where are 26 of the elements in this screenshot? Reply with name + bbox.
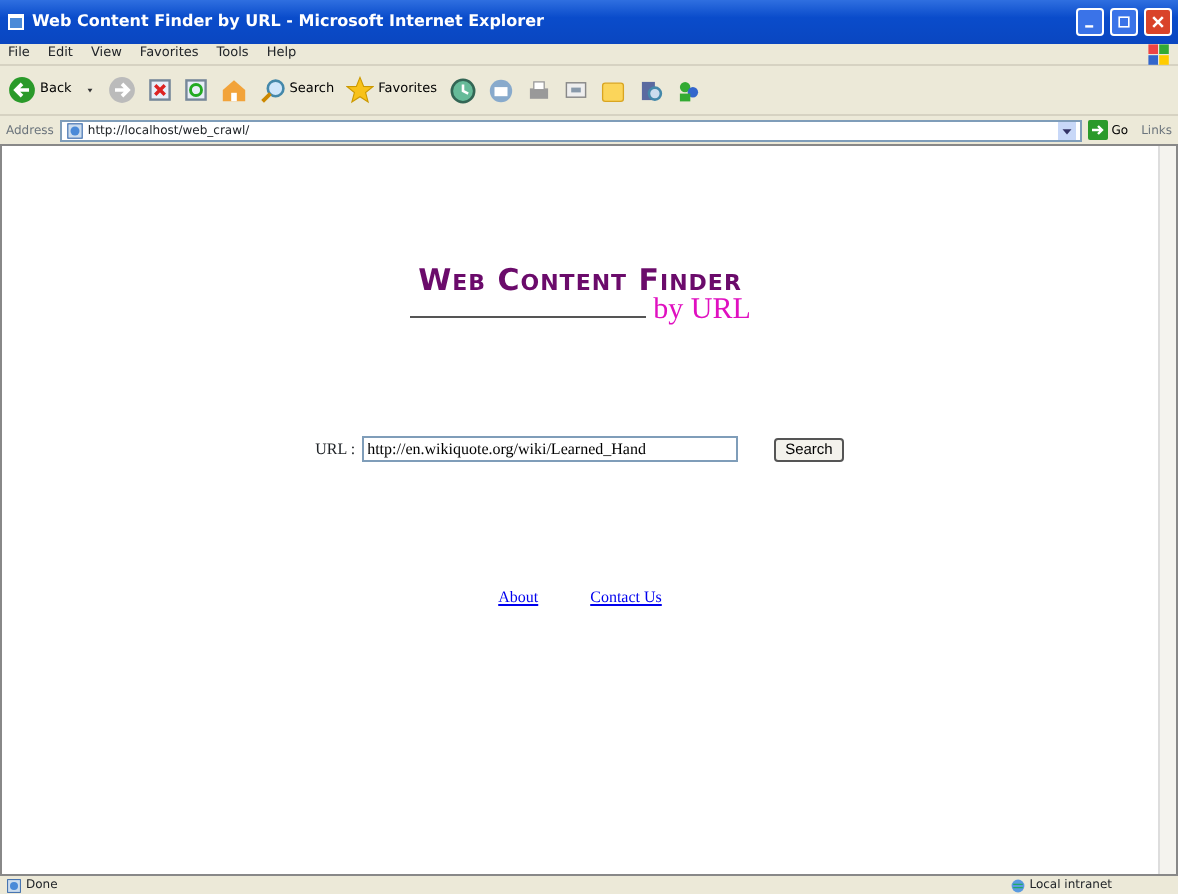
- nav-link[interactable]: About: [498, 586, 539, 610]
- stop-icon[interactable]: [147, 78, 172, 102]
- globe-icon: [1009, 877, 1026, 893]
- page-subheading: by URL: [653, 296, 751, 326]
- dropdown-arrow-icon[interactable]: [83, 84, 96, 96]
- url-field[interactable]: http://en.wikiquote.org/wiki/Learned_Hand: [361, 436, 738, 462]
- maximize-button[interactable]: [1110, 8, 1138, 36]
- window-title: Web Content Finder by URL - Microsoft Internet Explorer: [32, 10, 546, 34]
- star-icon: [346, 76, 375, 104]
- search-icon: [259, 77, 286, 103]
- nav-link[interactable]: Contact Us: [590, 586, 662, 610]
- maximize-icon: [1116, 13, 1132, 30]
- refresh-icon[interactable]: [183, 78, 208, 102]
- page-icon: [65, 121, 84, 139]
- go-arrow-icon: [1087, 120, 1108, 140]
- minimize-button[interactable]: [1076, 8, 1104, 36]
- history-icon[interactable]: [449, 77, 475, 103]
- window-icon: [6, 12, 26, 32]
- close-icon: [1150, 13, 1166, 30]
- close-button[interactable]: [1144, 8, 1172, 36]
- url-label: URL :: [315, 437, 356, 461]
- back-arrow-icon: [8, 76, 36, 104]
- printer-icon[interactable]: [525, 77, 551, 103]
- page-icon: [6, 877, 22, 893]
- page-heading: Web Content Finder: [418, 266, 742, 296]
- scrollbar[interactable]: [1158, 146, 1176, 874]
